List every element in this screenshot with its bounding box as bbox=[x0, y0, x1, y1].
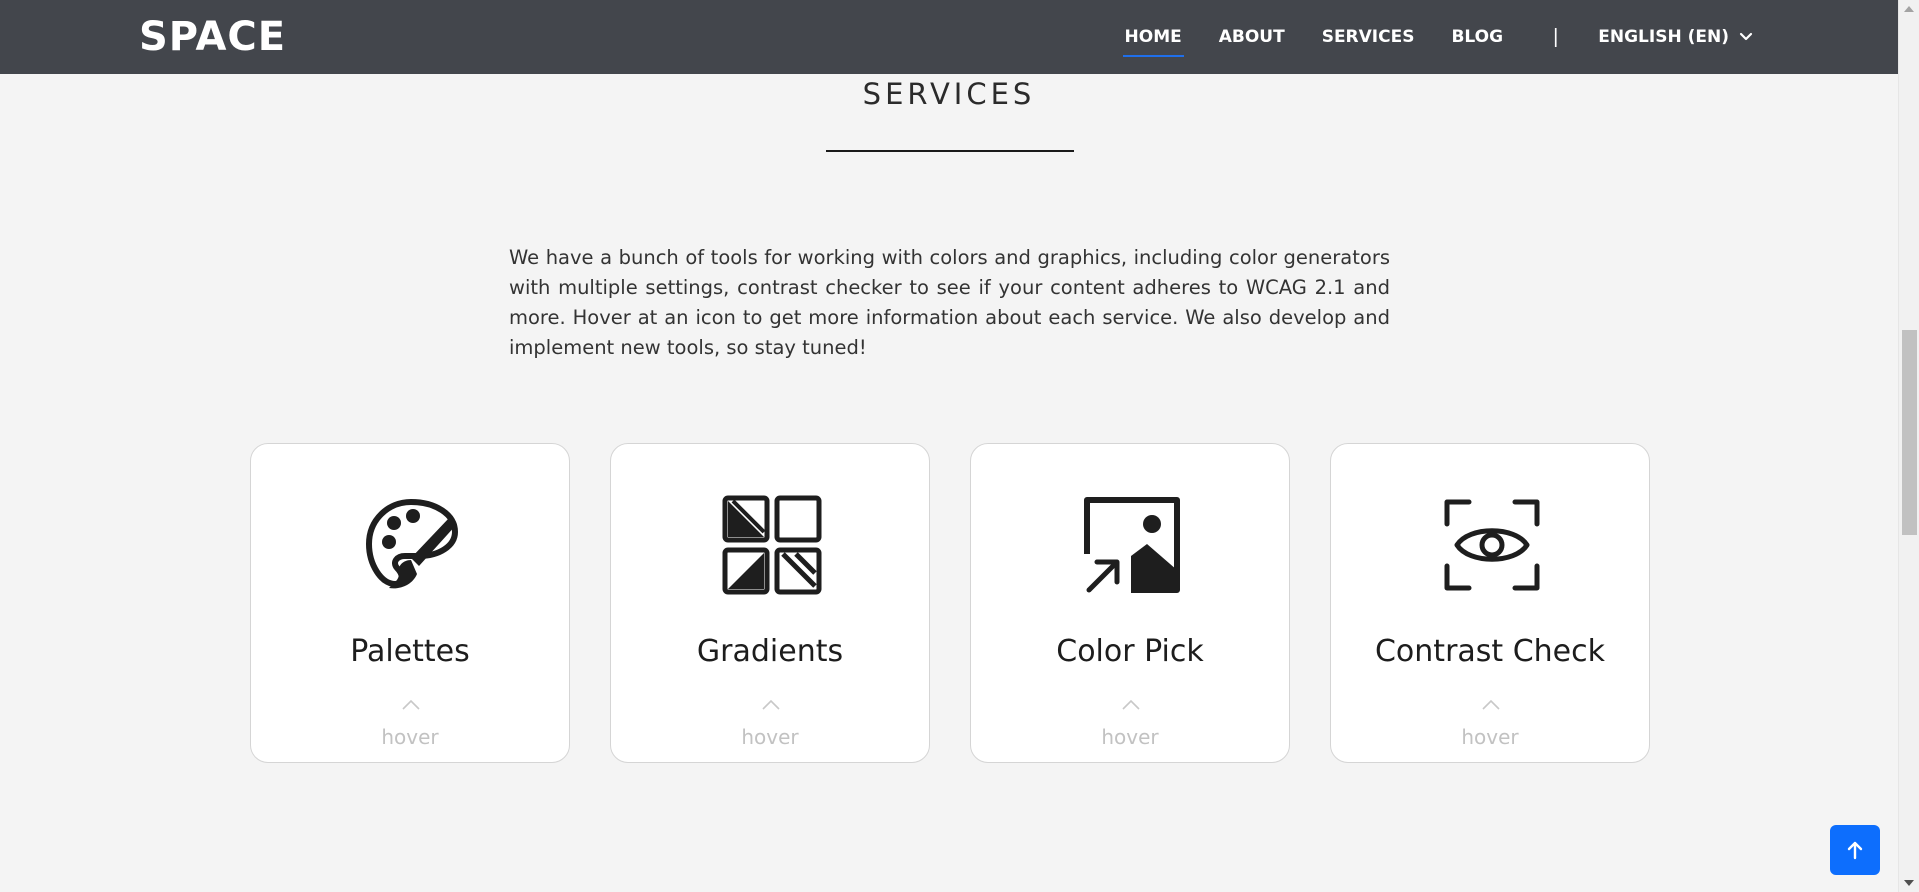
hover-hint: hover bbox=[1461, 725, 1519, 749]
chevron-up-icon bbox=[402, 699, 420, 710]
service-card-gradients[interactable]: Gradients hover bbox=[610, 443, 930, 763]
card-title: Color Pick bbox=[1056, 634, 1204, 669]
chevron-up-icon bbox=[1482, 699, 1500, 710]
nav-separator: | bbox=[1553, 25, 1559, 48]
scroll-thumb[interactable] bbox=[1902, 330, 1917, 535]
palette-icon bbox=[365, 498, 459, 589]
hover-hint: hover bbox=[1101, 725, 1159, 749]
navbar: SPACE HOME ABOUT SERVICES BLOG | ENGLISH… bbox=[0, 0, 1898, 74]
page-scrollbar[interactable] bbox=[1898, 0, 1919, 892]
nav-services[interactable]: SERVICES bbox=[1322, 0, 1415, 74]
chevron-down-icon bbox=[1739, 32, 1753, 41]
hover-hint: hover bbox=[381, 725, 439, 749]
back-to-top-button[interactable] bbox=[1830, 825, 1880, 875]
brand-logo[interactable]: SPACE bbox=[139, 14, 286, 60]
section-divider bbox=[826, 150, 1074, 152]
nav-home[interactable]: HOME bbox=[1122, 0, 1184, 74]
main-nav: HOME ABOUT SERVICES BLOG | ENGLISH (EN) bbox=[1088, 0, 1753, 74]
card-title: Palettes bbox=[350, 634, 470, 669]
image-picker-icon bbox=[1084, 497, 1180, 593]
service-card-palettes[interactable]: Palettes hover bbox=[250, 443, 570, 763]
arrow-up-icon bbox=[1847, 841, 1863, 860]
gradient-grid-icon bbox=[722, 495, 822, 595]
language-label: ENGLISH (EN) bbox=[1598, 27, 1729, 47]
scroll-up-arrow[interactable] bbox=[1904, 6, 1914, 12]
card-title: Contrast Check bbox=[1374, 634, 1605, 669]
nav-about[interactable]: ABOUT bbox=[1219, 0, 1285, 74]
service-card-contrast-check[interactable]: Contrast Check hover bbox=[1330, 443, 1650, 763]
language-dropdown[interactable]: ENGLISH (EN) bbox=[1598, 0, 1753, 74]
scroll-down-arrow[interactable] bbox=[1904, 880, 1914, 886]
card-title: Gradients bbox=[696, 634, 844, 669]
chevron-up-icon bbox=[762, 699, 780, 710]
eye-scan-icon bbox=[1444, 499, 1540, 591]
nav-blog[interactable]: BLOG bbox=[1451, 0, 1503, 74]
services-intro: We have a bunch of tools for working wit… bbox=[509, 246, 1390, 359]
section-title: SERVICES bbox=[862, 77, 1036, 111]
chevron-up-icon bbox=[1122, 699, 1140, 710]
hover-hint: hover bbox=[741, 725, 799, 749]
service-card-color-pick[interactable]: Color Pick hover bbox=[970, 443, 1290, 763]
